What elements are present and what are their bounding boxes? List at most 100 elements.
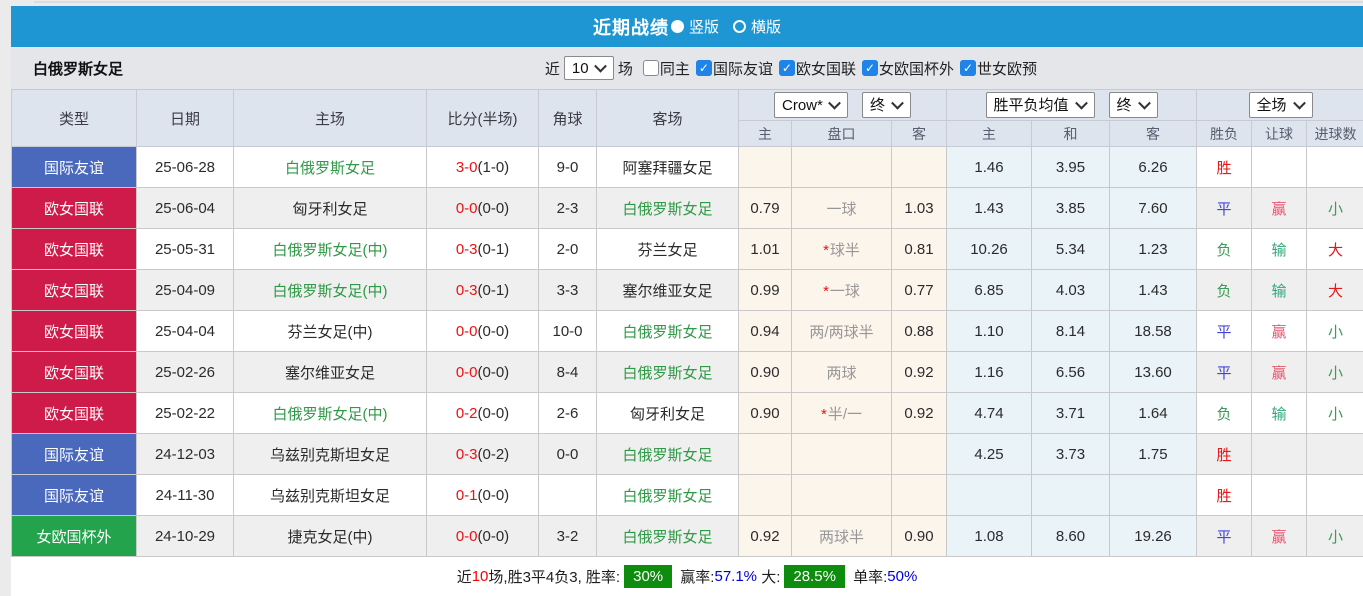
cell-home-team: 白俄罗斯女足 [234,147,427,188]
cell-handicap-result [1252,434,1307,475]
avg-select[interactable]: 胜平负均值 [986,92,1095,118]
filters: 近 10 场 同主✓国际友谊✓欧女国联✓女欧国杯外✓世女欧预 [545,56,1037,80]
checkbox-checked-icon[interactable]: ✓ [960,60,976,76]
cell-competition: 欧女国联 [12,229,137,270]
cell-date: 24-11-30 [137,475,234,516]
filter-item: 同主 [637,58,690,79]
cell-date: 25-02-22 [137,393,234,434]
cell-corner: 10-0 [539,311,597,352]
cell-goals: 小 [1307,352,1363,393]
cell-away-team: 白俄罗斯女足 [597,352,739,393]
cell-home-team: 芬兰女足(中) [234,311,427,352]
table-row: 女欧国杯外24-10-29捷克女足(中)0-0(0-0)3-2白俄罗斯女足0.9… [12,516,1363,557]
cell-corner: 3-3 [539,270,597,311]
filter-item: ✓欧女国联 [773,58,856,79]
cell-date: 25-04-09 [137,270,234,311]
previous-section-edge [34,1,1363,3]
horizontal-layout-label: 横版 [751,16,781,37]
table-row: 欧女国联25-02-26塞尔维亚女足0-0(0-0)8-4白俄罗斯女足0.90两… [12,352,1363,393]
cell-handicap [792,475,892,516]
cell-avg-home: 4.25 [947,434,1032,475]
cell-avg-away: 6.26 [1110,147,1197,188]
cell-score: 0-0(0-0) [427,311,539,352]
cell-avg-draw: 3.71 [1032,393,1110,434]
cell-avg-draw [1032,475,1110,516]
cell-avg-draw: 3.95 [1032,147,1110,188]
cell-home-team: 白俄罗斯女足(中) [234,229,427,270]
cell-date: 25-04-04 [137,311,234,352]
checkbox-label: 国际友谊 [713,58,773,79]
checkbox-label: 女欧国杯外 [879,58,954,79]
filter-item: ✓女欧国杯外 [856,58,954,79]
vertical-layout-radio[interactable] [671,20,684,33]
bookmaker-time-select-wrap: 终 [862,92,911,118]
team-name: 白俄罗斯女足 [33,58,123,79]
cell-odds-home: 0.90 [739,393,792,434]
cell-outcome: 胜 [1197,434,1252,475]
avg-time-select-wrap: 终 [1109,92,1158,118]
cell-handicap-result [1252,147,1307,188]
cell-score: 0-2(0-0) [427,393,539,434]
horizontal-layout-radio[interactable] [733,20,746,33]
cell-outcome: 胜 [1197,147,1252,188]
checkbox-checked-icon[interactable]: ✓ [862,60,878,76]
cell-score: 0-3(0-1) [427,270,539,311]
cell-odds-home: 0.94 [739,311,792,352]
cell-date: 25-06-04 [137,188,234,229]
summary-text: 50% [887,568,917,585]
cell-handicap-result: 输 [1252,393,1307,434]
cell-competition: 欧女国联 [12,270,137,311]
recent-count-select[interactable]: 10 [564,56,614,80]
avg-time-select[interactable]: 终 [1109,92,1158,118]
cell-home-team: 乌兹别克斯坦女足 [234,475,427,516]
cell-corner: 2-0 [539,229,597,270]
cell-odds-home: 0.79 [739,188,792,229]
cell-date: 25-06-28 [137,147,234,188]
col-header-corner: 角球 [539,90,597,147]
cell-goals: 大 [1307,229,1363,270]
cell-corner: 9-0 [539,147,597,188]
summary-bar: 近10场,胜3平4负3, 胜率:30% 赢率:57.1% 大:28.5% 单率:… [11,557,1363,596]
checkbox-checked-icon[interactable]: ✓ [696,60,712,76]
cell-odds-away: 0.90 [892,516,947,557]
checkbox-checked-icon[interactable]: ✓ [779,60,795,76]
cell-avg-home: 1.16 [947,352,1032,393]
cell-corner: 0-0 [539,434,597,475]
cell-avg-draw: 3.85 [1032,188,1110,229]
cell-away-team: 阿塞拜疆女足 [597,147,739,188]
cell-odds-home: 0.99 [739,270,792,311]
cell-handicap-result: 输 [1252,270,1307,311]
cell-avg-home [947,475,1032,516]
cell-away-team: 白俄罗斯女足 [597,188,739,229]
cell-away-team: 白俄罗斯女足 [597,475,739,516]
cell-date: 25-05-31 [137,229,234,270]
checkbox-label: 世女欧预 [977,58,1037,79]
cell-avg-away: 1.43 [1110,270,1197,311]
header-selects-row: 类型 日期 主场 比分(半场) 角球 客场 Crow* 终 胜平负均值 终 [12,90,1363,121]
cell-odds-away: 0.81 [892,229,947,270]
cell-date: 24-10-29 [137,516,234,557]
cell-corner: 2-6 [539,393,597,434]
cell-avg-home: 1.46 [947,147,1032,188]
summary-text: 57.1% [714,568,757,585]
cell-avg-draw: 8.60 [1032,516,1110,557]
cell-handicap: 一球 [792,188,892,229]
cell-outcome: 负 [1197,229,1252,270]
cell-goals: 大 [1307,270,1363,311]
bookmaker-time-select[interactable]: 终 [862,92,911,118]
cell-competition: 国际友谊 [12,147,137,188]
cell-odds-away: 0.92 [892,352,947,393]
checkbox-unchecked-icon[interactable] [643,60,659,76]
cell-avg-draw: 4.03 [1032,270,1110,311]
sub-header-avg-away: 客 [1110,121,1197,147]
cell-score: 0-0(0-0) [427,352,539,393]
cell-competition: 欧女国联 [12,311,137,352]
cell-away-team: 白俄罗斯女足 [597,434,739,475]
scope-select[interactable]: 全场 [1249,92,1313,118]
cell-away-team: 匈牙利女足 [597,393,739,434]
bookmaker-select[interactable]: Crow* [774,92,848,118]
cell-odds-home [739,475,792,516]
cell-away-team: 白俄罗斯女足 [597,516,739,557]
cell-goals: 小 [1307,393,1363,434]
table-row: 欧女国联25-05-31白俄罗斯女足(中)0-3(0-1)2-0芬兰女足1.01… [12,229,1363,270]
